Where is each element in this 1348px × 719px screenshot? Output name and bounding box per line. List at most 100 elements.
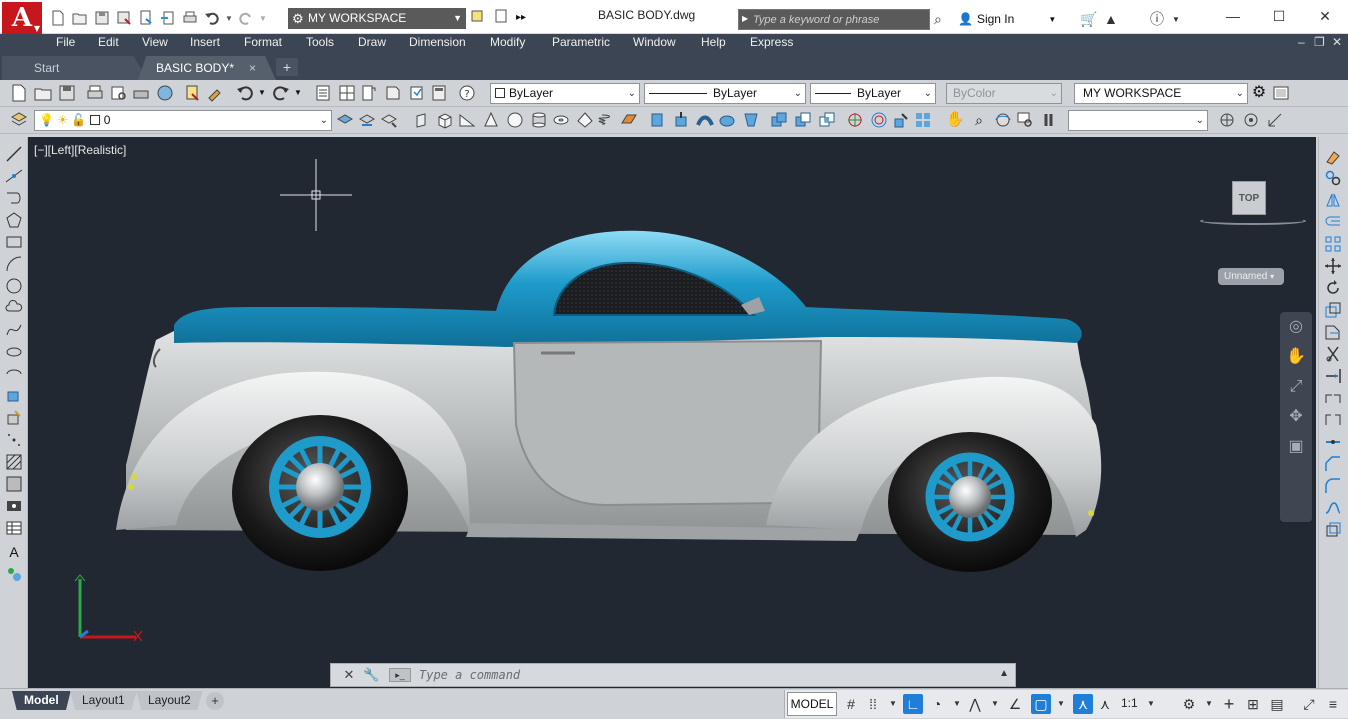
add-layout-button[interactable]: + bbox=[206, 692, 224, 710]
make-layer-current-icon[interactable] bbox=[336, 111, 354, 129]
osnap-dropdown-icon[interactable]: ▼ bbox=[1051, 694, 1071, 714]
ucs-3point-icon[interactable] bbox=[1266, 111, 1284, 129]
orbit-icon[interactable]: ✥ bbox=[1280, 402, 1312, 432]
search-expand-icon[interactable]: ▶ bbox=[742, 14, 748, 23]
multiline-text-icon[interactable]: A bbox=[5, 543, 23, 561]
stretch-icon[interactable] bbox=[1324, 323, 1342, 341]
zoom-icon[interactable]: ⌕ bbox=[970, 111, 988, 129]
chamfer-icon[interactable] bbox=[1324, 455, 1342, 473]
viewport-controls-label[interactable]: [−][Left][Realistic] bbox=[34, 143, 126, 157]
grid-icon[interactable]: # bbox=[841, 694, 861, 714]
torus-icon[interactable] bbox=[552, 111, 570, 129]
fillet-icon[interactable] bbox=[1324, 477, 1342, 495]
menu-view[interactable]: View bbox=[142, 35, 168, 49]
command-input[interactable] bbox=[419, 666, 979, 684]
workspace-control[interactable]: MY WORKSPACE ⌄ bbox=[1074, 83, 1248, 104]
more-tools-icon[interactable]: ▸▸ bbox=[516, 8, 536, 28]
help-dropdown-icon[interactable]: ▼ bbox=[1172, 9, 1180, 29]
ellipse-arc-icon[interactable] bbox=[5, 365, 23, 383]
help-icon[interactable]: ⓘ bbox=[1150, 9, 1164, 29]
ucs-icon[interactable] bbox=[1218, 111, 1236, 129]
sweep-icon[interactable] bbox=[696, 111, 714, 129]
close-tab-icon[interactable]: × bbox=[249, 56, 256, 80]
tab-layout1[interactable]: Layout1 bbox=[70, 691, 137, 710]
revision-cloud-icon[interactable] bbox=[5, 299, 23, 317]
polyline-icon[interactable] bbox=[5, 189, 23, 207]
viewcube[interactable]: TOP bbox=[1232, 181, 1266, 215]
clean-screen-icon[interactable] bbox=[1272, 84, 1290, 102]
union-icon[interactable] bbox=[770, 111, 788, 129]
object-snap-icon[interactable]: ▢ bbox=[1031, 694, 1051, 714]
make-block-icon[interactable] bbox=[5, 409, 23, 427]
annotation-monitor-icon[interactable]: + bbox=[1219, 694, 1239, 714]
gear-icon[interactable]: ⚙ bbox=[1250, 84, 1268, 102]
helix-icon[interactable] bbox=[598, 111, 616, 129]
trim-icon[interactable] bbox=[1324, 345, 1342, 363]
snap-icon[interactable]: ⁞⁞ bbox=[863, 694, 883, 714]
showmotion-icon[interactable]: ▣ bbox=[1280, 432, 1312, 462]
ucs-world-icon[interactable] bbox=[1242, 111, 1260, 129]
new-tab-button[interactable]: + bbox=[276, 58, 298, 76]
sign-in-button[interactable]: 👤 Sign In ▼ bbox=[958, 12, 1056, 26]
menu-help[interactable]: Help bbox=[701, 35, 726, 49]
sheet-set-icon[interactable] bbox=[384, 84, 402, 102]
binoculars-icon[interactable]: ⌕ bbox=[934, 9, 942, 29]
ortho-icon[interactable]: ∟ bbox=[903, 694, 923, 714]
menu-tools[interactable]: Tools bbox=[306, 35, 334, 49]
menu-dimension[interactable]: Dimension bbox=[409, 35, 466, 49]
cart-icon[interactable]: 🛒 bbox=[1080, 9, 1097, 29]
menu-express[interactable]: Express bbox=[750, 35, 793, 49]
mirror-icon[interactable] bbox=[1324, 191, 1342, 209]
tab-start[interactable]: Start bbox=[2, 56, 148, 80]
drawing-viewport[interactable]: [−][Left][Realistic] TOP Unnamed ▾ ◎ ✋ ⤢… bbox=[28, 137, 1316, 688]
spline-icon[interactable] bbox=[5, 321, 23, 339]
pyramid-icon[interactable] bbox=[576, 111, 594, 129]
circle-icon[interactable] bbox=[5, 277, 23, 295]
quick-properties-icon[interactable]: ▤ bbox=[1267, 694, 1287, 714]
rectangle-icon[interactable] bbox=[5, 233, 23, 251]
match-properties-icon[interactable] bbox=[206, 84, 224, 102]
rotate-icon[interactable] bbox=[1324, 279, 1342, 297]
calculator-icon[interactable] bbox=[430, 84, 448, 102]
loft-icon[interactable] bbox=[742, 111, 760, 129]
workspace-gear-icon[interactable]: ⚙ bbox=[1179, 694, 1199, 714]
planar-surface-icon[interactable] bbox=[620, 111, 638, 129]
3d-rotate-icon[interactable] bbox=[870, 111, 888, 129]
offset-icon[interactable] bbox=[1324, 213, 1342, 231]
scale-dropdown-icon[interactable]: ▼ bbox=[1141, 694, 1161, 714]
clean-screen-icon[interactable]: ⤢ bbox=[1299, 694, 1319, 714]
workspace-dropdown-icon[interactable]: ▼ bbox=[1199, 694, 1219, 714]
snap-dropdown-icon[interactable]: ▼ bbox=[883, 694, 903, 714]
properties-icon[interactable] bbox=[314, 84, 332, 102]
polar-dropdown-icon[interactable]: ▼ bbox=[947, 694, 967, 714]
wedge-icon[interactable] bbox=[458, 111, 476, 129]
car-body-model[interactable] bbox=[86, 225, 1106, 575]
redo-icon[interactable] bbox=[272, 84, 290, 102]
search-input[interactable] bbox=[753, 11, 927, 28]
3d-move-icon[interactable] bbox=[846, 111, 864, 129]
undo-icon[interactable] bbox=[202, 8, 222, 28]
cylinder-icon[interactable] bbox=[530, 111, 548, 129]
undo-icon[interactable] bbox=[236, 84, 254, 102]
zoom-window-icon[interactable] bbox=[1016, 111, 1034, 129]
subtract-icon[interactable] bbox=[794, 111, 812, 129]
3d-array-icon[interactable] bbox=[914, 111, 932, 129]
menu-edit[interactable]: Edit bbox=[98, 35, 119, 49]
walk-icon[interactable] bbox=[1040, 111, 1058, 129]
model-space-button[interactable]: MODEL bbox=[787, 692, 837, 716]
pan-icon[interactable]: ✋ bbox=[1280, 342, 1312, 372]
redo-icon[interactable] bbox=[236, 8, 256, 28]
plot-icon[interactable] bbox=[86, 84, 104, 102]
annotation-visibility-icon[interactable]: ⋏ bbox=[1073, 694, 1093, 714]
gradient-icon[interactable] bbox=[5, 475, 23, 493]
orbit-icon[interactable] bbox=[994, 111, 1012, 129]
undo-dropdown-icon[interactable]: ▼ bbox=[224, 8, 234, 28]
revolve-icon[interactable] bbox=[718, 111, 736, 129]
cone-icon[interactable] bbox=[482, 111, 500, 129]
copy-icon[interactable] bbox=[1324, 169, 1342, 187]
ucs-menu[interactable]: Unnamed ▾ bbox=[1218, 268, 1284, 285]
search-box[interactable]: ▶ bbox=[738, 9, 930, 30]
region-icon[interactable] bbox=[5, 497, 23, 515]
doc-close-button[interactable]: ✕ bbox=[1332, 35, 1342, 49]
recent-commands-icon[interactable]: ▸_ bbox=[389, 668, 411, 682]
